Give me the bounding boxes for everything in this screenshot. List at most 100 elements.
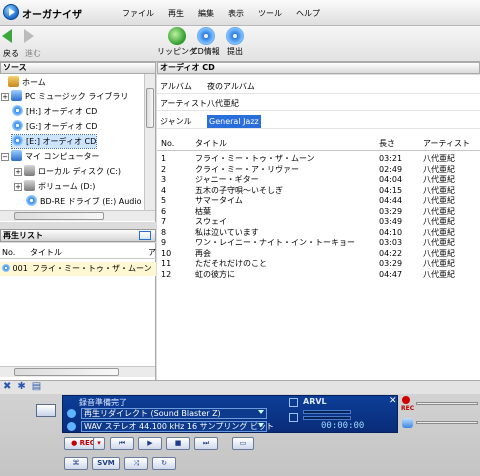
rip-icon	[168, 27, 186, 45]
rip-button[interactable]: リッピング	[157, 27, 197, 57]
computer-icon	[11, 150, 22, 161]
now-playing-icon	[2, 264, 10, 272]
tree-item-e-audio-cd[interactable]: [E:] オーディオ CD	[10, 134, 98, 149]
tree-item-local-disk-c[interactable]: + ローカル ディスク (C:)	[14, 165, 121, 178]
chevron-down-icon	[258, 410, 264, 414]
track-title: スウェイ	[195, 217, 227, 226]
record-volume-slider[interactable]	[416, 402, 478, 405]
mini-player-button[interactable]	[36, 404, 56, 417]
col-no[interactable]: No.	[161, 137, 174, 150]
expand-icon[interactable]: +	[14, 168, 22, 176]
track-row[interactable]: 3 ジャニー・ギター 04:04 八代亜紀	[157, 175, 480, 185]
svm-button[interactable]: SVM	[92, 457, 120, 470]
track-no: 4	[161, 185, 167, 195]
next-button[interactable]: ⏭	[194, 437, 218, 450]
back-button[interactable]: 戻る	[2, 27, 20, 59]
shuffle-icon[interactable]: ✱	[17, 381, 25, 392]
audio-cd-icon	[12, 135, 23, 146]
audio-cd-icon	[12, 105, 23, 116]
arrow-left-icon	[2, 29, 20, 47]
tree-item-g-audio-cd[interactable]: [G:] オーディオ CD	[12, 120, 97, 133]
playlist-horizontal-scrollbar[interactable]	[0, 366, 155, 377]
repeat-button[interactable]: ↻	[152, 457, 176, 470]
track-no: 8	[161, 227, 167, 237]
volume-icon	[24, 180, 35, 191]
track-row[interactable]: 11 ただそれだけのこと 03:29 八代亜紀	[157, 259, 480, 269]
track-length: 03:29	[379, 259, 403, 268]
source-panel-header: ソース	[0, 62, 156, 74]
format-select[interactable]: WAV ステレオ 44.100 kHz 16 サンプリング ビット	[81, 421, 274, 432]
effects-button[interactable]: ⌘	[64, 457, 88, 470]
tree-item-bd-re-drive[interactable]: BD-RE ドライブ (E:) Audio	[26, 195, 142, 208]
playback-volume-slider[interactable]	[416, 421, 478, 424]
play-button[interactable]: ▶	[138, 437, 162, 450]
submit-button[interactable]: 提出	[226, 27, 244, 57]
playlist-col-artist[interactable]: ア	[148, 247, 156, 258]
scrollbar-thumb[interactable]	[14, 212, 104, 220]
track-title: ただそれだけのこと	[195, 259, 267, 268]
tree-item-volume-d[interactable]: + ボリューム (D:)	[14, 180, 95, 193]
track-artist: 八代亜紀	[423, 196, 455, 205]
artist-field[interactable]: 八代亜紀	[207, 97, 239, 110]
playlist-col-no[interactable]: No.	[2, 247, 15, 258]
track-no: 9	[161, 238, 167, 247]
playlist-view-button[interactable]	[139, 231, 151, 240]
window-button[interactable]: ▭	[232, 437, 254, 450]
playlist-save-icon[interactable]: ▤	[32, 381, 41, 392]
delete-icon[interactable]: ✖	[3, 381, 11, 392]
genre-row: ジャンル General Jazz	[157, 115, 480, 129]
previous-button[interactable]: ⏮	[110, 437, 134, 450]
recorder-status: 録音準備完了	[79, 398, 127, 407]
scrollbar-thumb[interactable]	[14, 368, 119, 376]
album-field[interactable]: 夜のアルバム	[207, 80, 255, 93]
stop-button[interactable]: ■	[166, 437, 190, 450]
tree-horizontal-scrollbar[interactable]	[0, 210, 155, 221]
tree-item-home[interactable]: ホーム	[8, 76, 46, 89]
tree-item-my-computer[interactable]: − マイ コンピューター	[1, 150, 100, 163]
genre-field[interactable]: General Jazz	[207, 115, 261, 128]
playlist-row[interactable]: 001 フライ・ミー・トゥ・ザ・ムーン	[0, 262, 156, 276]
track-row[interactable]: 6 枯葉 03:29 八代亜紀	[157, 207, 480, 217]
shuffle-button[interactable]: ⤨	[124, 457, 148, 470]
track-no: 12	[161, 269, 172, 279]
col-artist[interactable]: アーティスト	[423, 137, 470, 150]
forward-button[interactable]: 進む	[24, 27, 42, 59]
scrollbar-thumb[interactable]	[146, 88, 154, 128]
arvl-checkbox[interactable]	[289, 398, 298, 407]
track-row[interactable]: 2 クライ・ミー・ア・リヴァー 02:49 八代亜紀	[157, 165, 480, 175]
track-row[interactable]: 10 再会 04:22 八代亜紀	[157, 249, 480, 259]
track-row[interactable]: 5 サマータイム 04:44 八代亜紀	[157, 196, 480, 206]
cd-panel: アルバム 夜のアルバム アーティスト 八代亜紀 ジャンル General Jaz…	[157, 75, 480, 380]
menu-file[interactable]: ファイル	[122, 8, 154, 19]
track-row[interactable]: 7 スウェイ 03:49 八代亜紀	[157, 217, 480, 227]
track-row[interactable]: 1 フライ・ミー・トゥ・ザ・ムーン 03:21 八代亜紀	[157, 154, 480, 164]
tree-item-pc-music-library[interactable]: + PC ミュージック ライブラリ	[1, 90, 128, 103]
device-select[interactable]: 再生リダイレクト (Sound Blaster Z)	[81, 408, 267, 419]
expand-icon[interactable]: +	[1, 93, 9, 101]
track-length: 04:15	[379, 185, 403, 195]
menu-tools[interactable]: ツール	[258, 8, 282, 19]
menu-help[interactable]: ヘルプ	[296, 8, 320, 19]
track-row[interactable]: 4 五木の子守唄～いそしぎ 04:15 八代亜紀	[157, 186, 480, 196]
collapse-icon[interactable]: −	[1, 153, 9, 161]
track-title: ワン・レイニー・ナイト・イン・トーキョー	[195, 238, 355, 247]
col-length[interactable]: 長さ	[379, 137, 395, 150]
track-row[interactable]: 8 私は泣いています 04:10 八代亜紀	[157, 228, 480, 238]
cd-info-button[interactable]: CD情報	[192, 27, 220, 57]
menu-edit[interactable]: 編集	[198, 8, 214, 19]
track-row[interactable]: 12 虹の彼方に 04:47 八代亜紀	[157, 270, 480, 280]
tree-item-h-audio-cd[interactable]: [H:] オーディオ CD	[12, 105, 97, 118]
close-icon[interactable]: ✕	[389, 396, 397, 406]
track-row[interactable]: 9 ワン・レイニー・ナイト・イン・トーキョー 03:03 八代亜紀	[157, 238, 480, 248]
track-length: 04:47	[379, 269, 403, 279]
expand-icon[interactable]: +	[14, 183, 22, 191]
chevron-down-icon	[258, 423, 264, 427]
playlist-col-title[interactable]: タイトル	[30, 247, 62, 258]
menu-view[interactable]: 表示	[228, 8, 244, 19]
track-artist: 八代亜紀	[423, 238, 455, 247]
home-icon	[8, 76, 19, 87]
tree-vertical-scrollbar[interactable]	[144, 74, 155, 210]
menu-play[interactable]: 再生	[168, 8, 184, 19]
record-options-dropdown[interactable]: ▾	[93, 437, 105, 450]
col-title[interactable]: タイトル	[195, 137, 227, 150]
